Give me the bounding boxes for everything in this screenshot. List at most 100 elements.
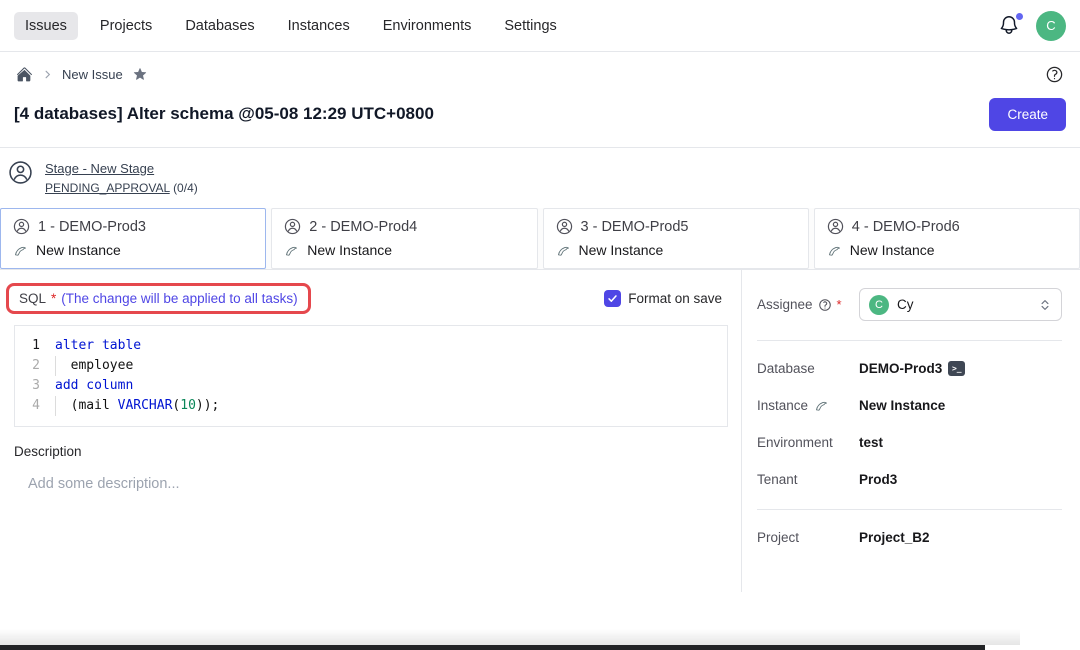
- stage-name-link[interactable]: Stage - New Stage: [45, 161, 198, 176]
- sql-note: (The change will be applied to all tasks…: [61, 291, 297, 306]
- field-row-database: Database DEMO-Prod3 >_: [757, 361, 1062, 376]
- code-token: employee: [55, 358, 133, 373]
- task-card-2[interactable]: 2 - DEMO-Prod4 New Instance: [271, 208, 537, 269]
- editor-line: 3 add column: [15, 376, 727, 396]
- code-token: ));: [196, 398, 219, 413]
- page-title: [4 databases] Alter schema @05-08 12:29 …: [14, 98, 434, 124]
- instance-label: Instance: [757, 398, 808, 413]
- assignee-select[interactable]: C Cy: [859, 288, 1062, 321]
- help-icon[interactable]: [1045, 65, 1064, 84]
- stage-status-link[interactable]: PENDING_APPROVAL: [45, 181, 170, 195]
- database-label: Database: [757, 361, 859, 376]
- line-number: 3: [15, 376, 55, 396]
- assignee-label: Assignee: [757, 297, 813, 312]
- field-row-instance: Instance New Instance: [757, 398, 1062, 413]
- sql-required-mark: *: [51, 291, 56, 306]
- editor-line: 2 employee: [15, 356, 727, 376]
- bottom-shadow: [0, 629, 1020, 645]
- editor-line: 4 (mail VARCHAR(10));: [15, 396, 727, 416]
- breadcrumb: New Issue: [0, 52, 1080, 96]
- sql-console-icon[interactable]: >_: [948, 361, 965, 376]
- project-label: Project: [757, 530, 859, 545]
- project-value[interactable]: Project_B2: [859, 530, 930, 545]
- field-row-environment: Environment test: [757, 435, 1062, 450]
- description-input[interactable]: Add some description...: [14, 476, 728, 492]
- assignee-avatar: C: [869, 295, 889, 315]
- nav-item-settings[interactable]: Settings: [493, 12, 567, 40]
- create-button[interactable]: Create: [989, 98, 1066, 131]
- task-instance-name: New Instance: [579, 242, 664, 258]
- field-row-tenant: Tenant Prod3: [757, 472, 1062, 487]
- description-label: Description: [14, 444, 728, 459]
- tenant-label: Tenant: [757, 472, 859, 487]
- task-instance-name: New Instance: [850, 242, 935, 258]
- line-number: 2: [15, 356, 55, 376]
- stage-section: Stage - New Stage PENDING_APPROVAL (0/4): [0, 148, 1080, 208]
- environment-value: test: [859, 435, 883, 450]
- breadcrumb-current[interactable]: New Issue: [62, 67, 123, 82]
- task-instance-name: New Instance: [36, 242, 121, 258]
- code-token: 10: [180, 398, 196, 413]
- issue-sidebar: Assignee * C Cy Database DEMO-Prod3 >_: [742, 270, 1080, 592]
- database-value[interactable]: DEMO-Prod3: [859, 361, 942, 376]
- notification-dot: [1016, 13, 1023, 20]
- task-card-3[interactable]: 3 - DEMO-Prod5 New Instance: [543, 208, 809, 269]
- line-number: 4: [15, 396, 55, 416]
- task-person-icon: [13, 218, 30, 235]
- assignee-value: Cy: [897, 297, 1030, 312]
- dolphin-icon: [814, 398, 829, 413]
- environment-label: Environment: [757, 435, 859, 450]
- task-name: 4 - DEMO-Prod6: [852, 219, 960, 235]
- line-number: 1: [15, 336, 55, 356]
- instance-value: New Instance: [859, 398, 945, 413]
- task-person-icon: [284, 218, 301, 235]
- task-person-icon: [827, 218, 844, 235]
- assignee-required-mark: *: [837, 297, 842, 312]
- user-avatar[interactable]: C: [1036, 11, 1066, 41]
- format-on-save-toggle[interactable]: Format on save: [604, 290, 722, 307]
- nav-item-issues[interactable]: Issues: [14, 12, 78, 40]
- field-row-project: Project Project_B2: [757, 530, 1062, 545]
- notification-bell-icon[interactable]: [998, 14, 1022, 38]
- nav-item-projects[interactable]: Projects: [89, 12, 163, 40]
- dolphin-icon: [556, 243, 571, 258]
- nav-item-databases[interactable]: Databases: [174, 12, 265, 40]
- home-icon[interactable]: [16, 66, 33, 83]
- format-on-save-label: Format on save: [628, 291, 722, 306]
- issue-main-panel: SQL * (The change will be applied to all …: [0, 270, 742, 592]
- dolphin-icon: [13, 243, 28, 258]
- assignee-help-icon[interactable]: [818, 298, 832, 312]
- nav-item-instances[interactable]: Instances: [277, 12, 361, 40]
- sql-label: SQL: [19, 291, 46, 306]
- stage-progress: (0/4): [173, 181, 198, 195]
- sidebar-divider: [757, 340, 1062, 341]
- task-card-1[interactable]: 1 - DEMO-Prod3 New Instance: [0, 208, 266, 269]
- code-token: (mail: [55, 398, 118, 413]
- code-token: alter table: [55, 338, 141, 353]
- favorite-star-icon[interactable]: [132, 66, 148, 82]
- task-tab-bar: 1 - DEMO-Prod3 New Instance 2 - DEMO-Pro…: [0, 208, 1080, 270]
- stage-person-icon: [8, 160, 33, 185]
- sidebar-divider: [757, 509, 1062, 510]
- task-name: 2 - DEMO-Prod4: [309, 219, 417, 235]
- editor-line: 1 alter table: [15, 336, 727, 356]
- task-instance-name: New Instance: [307, 242, 392, 258]
- task-name: 3 - DEMO-Prod5: [581, 219, 689, 235]
- sql-label-annotation-box: SQL * (The change will be applied to all …: [6, 283, 311, 314]
- task-card-4[interactable]: 4 - DEMO-Prod6 New Instance: [814, 208, 1080, 269]
- tenant-value: Prod3: [859, 472, 897, 487]
- task-name: 1 - DEMO-Prod3: [38, 219, 146, 235]
- bottom-panel-edge: [0, 645, 985, 650]
- dolphin-icon: [827, 243, 842, 258]
- code-token: add column: [55, 378, 133, 393]
- sql-editor[interactable]: 1 alter table 2 employee 3 add column 4 …: [14, 325, 728, 427]
- stage-status-line: PENDING_APPROVAL (0/4): [45, 181, 198, 195]
- nav-item-environments[interactable]: Environments: [372, 12, 483, 40]
- dolphin-icon: [284, 243, 299, 258]
- top-navbar: Issues Projects Databases Instances Envi…: [0, 0, 1080, 52]
- title-row: [4 databases] Alter schema @05-08 12:29 …: [0, 96, 1080, 148]
- chevron-up-down-icon: [1038, 298, 1052, 312]
- code-token: VARCHAR: [118, 398, 173, 413]
- task-person-icon: [556, 218, 573, 235]
- format-on-save-checkbox[interactable]: [604, 290, 621, 307]
